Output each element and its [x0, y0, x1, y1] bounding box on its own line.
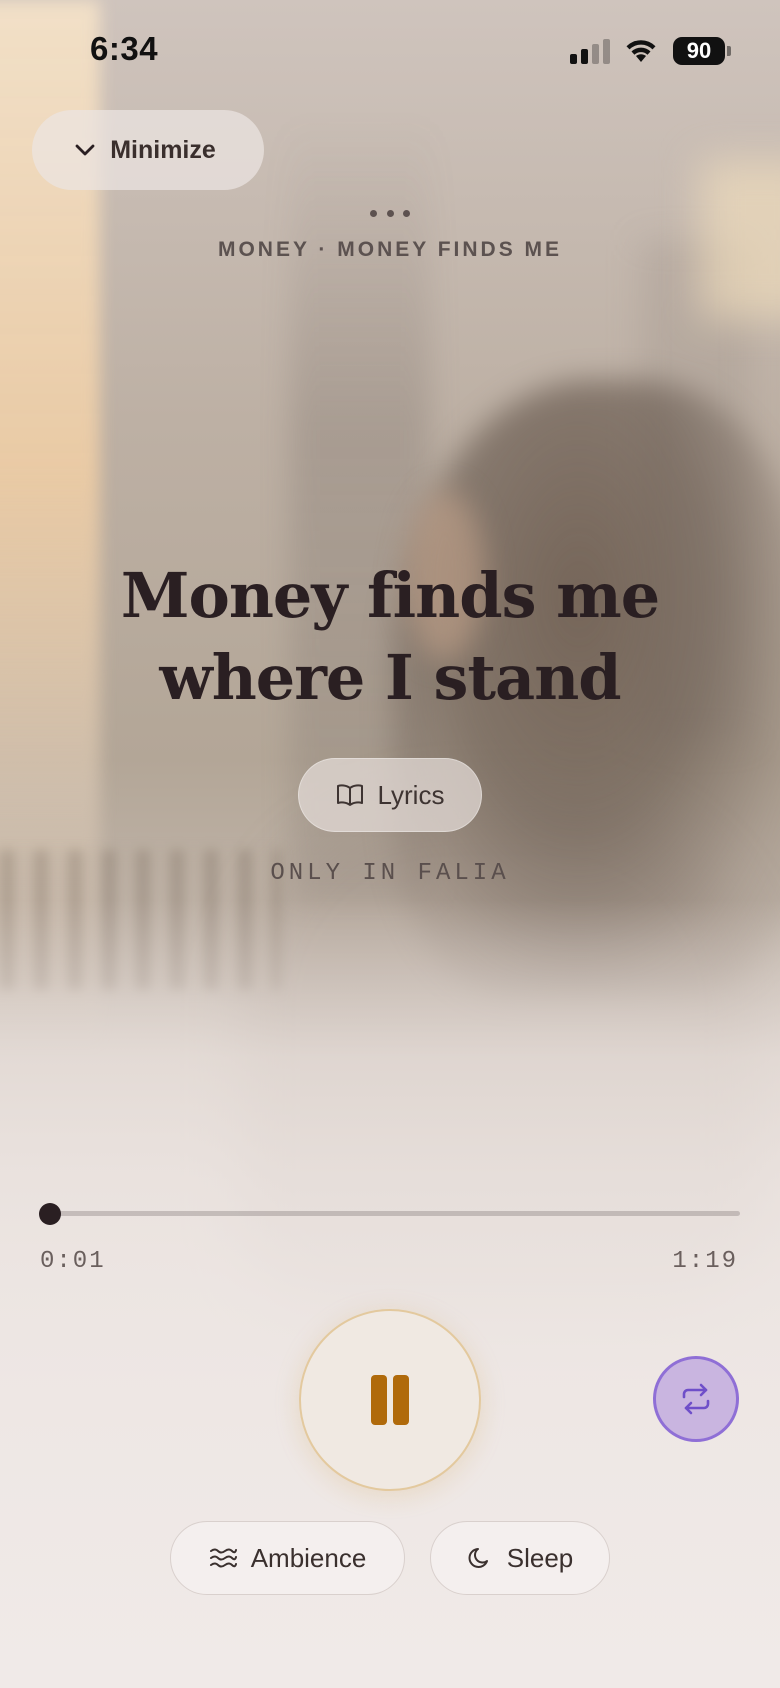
sleep-button[interactable]: Sleep: [430, 1521, 610, 1595]
open-book-icon: [336, 783, 364, 807]
progress-bar[interactable]: [39, 1203, 740, 1225]
sleep-label: Sleep: [506, 1542, 574, 1573]
moon-icon: [467, 1545, 493, 1571]
cellular-signal-icon: [570, 38, 610, 64]
minimize-label: Minimize: [110, 135, 216, 164]
repeat-button[interactable]: [653, 1356, 739, 1442]
ambience-label: Ambience: [250, 1542, 367, 1573]
waves-icon: [209, 1547, 237, 1569]
chevron-down-icon: [74, 143, 96, 157]
wifi-icon: [624, 36, 658, 69]
exclusive-label: ONLY IN FALIA: [270, 860, 510, 887]
ambience-button[interactable]: Ambience: [170, 1521, 405, 1595]
status-bar: 6:34 90: [0, 0, 780, 104]
elapsed-time: 0:01: [40, 1248, 106, 1275]
minimize-button[interactable]: Minimize: [32, 110, 264, 190]
battery-cap: [727, 46, 731, 56]
more-options-icon[interactable]: [370, 210, 410, 220]
total-time: 1:19: [672, 1248, 738, 1275]
battery-icon: 90: [673, 37, 725, 65]
pause-button[interactable]: [299, 1309, 481, 1491]
context-label: MONEY · MONEY FINDS ME: [217, 238, 563, 261]
progress-thumb[interactable]: [39, 1203, 62, 1225]
repeat-icon: [679, 1383, 713, 1415]
lyrics-label: Lyrics: [377, 779, 445, 810]
status-time: 6:34: [90, 30, 159, 67]
lyrics-button[interactable]: Lyrics: [298, 758, 482, 832]
pause-icon: [368, 1375, 412, 1425]
now-playing-screen: 6:34 90 Minimize MONEY · MONEY FINDS ME …: [0, 0, 780, 1688]
song-title: Money finds me where I stand: [120, 559, 660, 714]
